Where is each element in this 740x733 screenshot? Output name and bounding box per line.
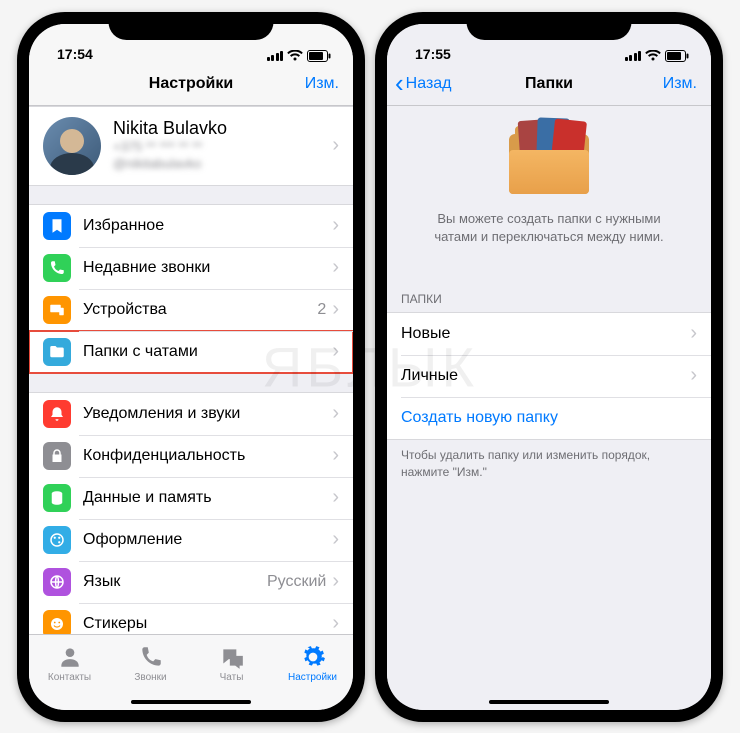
folder-illustration [509, 134, 589, 194]
row-recent-calls[interactable]: Недавние звонки › [29, 247, 353, 289]
chevron-right-icon: › [332, 612, 339, 634]
hero-text: Вы можете создать папки с нужными чатами… [417, 210, 681, 246]
folders-hero: Вы можете создать папки с нужными чатами… [387, 106, 711, 266]
nav-bar: Настройки Изм. [29, 64, 353, 106]
folders-list: Новые › Личные › Создать новую папку [387, 312, 711, 440]
back-button[interactable]: ‹ Назад [395, 73, 452, 96]
profile-username: @nikitabulavko [113, 156, 332, 173]
row-devices[interactable]: Устройства 2 › [29, 289, 353, 331]
home-indicator[interactable] [131, 700, 251, 704]
globe-icon [43, 568, 71, 596]
bookmark-icon [43, 212, 71, 240]
row-stickers[interactable]: Стикеры › [29, 603, 353, 634]
lock-icon [43, 442, 71, 470]
data-icon [43, 484, 71, 512]
tab-calls[interactable]: Звонки [110, 635, 191, 692]
chevron-right-icon: › [690, 364, 697, 387]
back-label: Назад [406, 75, 452, 93]
row-label: Язык [83, 573, 267, 591]
cellular-icon [267, 51, 284, 61]
bell-icon [43, 400, 71, 428]
wifi-icon [287, 50, 303, 62]
settings-group-1: Избранное › Недавние звонки › Устройства… [29, 204, 353, 374]
row-label: Оформление [83, 531, 332, 549]
row-label: Создать новую папку [401, 409, 697, 427]
folder-icon [43, 338, 71, 366]
status-time: 17:55 [415, 46, 451, 62]
chevron-right-icon: › [332, 402, 339, 425]
row-value: 2 [317, 301, 326, 319]
tab-contacts[interactable]: Контакты [29, 635, 110, 692]
appearance-icon [43, 526, 71, 554]
folders-content[interactable]: Вы можете создать папки с нужными чатами… [387, 106, 711, 710]
profile-phone: +375 ** *** ** ** [113, 139, 332, 156]
row-label: Данные и память [83, 489, 332, 507]
row-label: Папки с чатами [83, 343, 332, 361]
tab-label: Звонки [134, 672, 166, 683]
row-label: Стикеры [83, 615, 332, 633]
footer-text: Чтобы удалить папку или изменить порядок… [387, 440, 711, 488]
avatar [43, 117, 101, 175]
notch [109, 12, 274, 40]
chevron-right-icon: › [690, 322, 697, 345]
notch [467, 12, 632, 40]
status-time: 17:54 [57, 46, 93, 62]
row-label: Личные [401, 367, 690, 385]
phone-right: 17:55 ‹ Назад Папки Изм. [375, 12, 723, 722]
row-label: Конфиденциальность [83, 447, 332, 465]
tab-label: Чаты [220, 672, 244, 683]
row-privacy[interactable]: Конфиденциальность › [29, 435, 353, 477]
chevron-right-icon: › [332, 486, 339, 509]
profile-row[interactable]: Nikita Bulavko +375 ** *** ** ** @nikita… [29, 107, 353, 185]
chevron-right-icon: › [332, 214, 339, 237]
folder-row-personal[interactable]: Личные › [387, 355, 711, 397]
row-label: Недавние звонки [83, 259, 332, 277]
edit-button[interactable]: Изм. [663, 75, 697, 93]
nav-bar: ‹ Назад Папки Изм. [387, 64, 711, 106]
row-value: Русский [267, 573, 326, 591]
battery-icon [665, 50, 689, 62]
chevron-right-icon: › [332, 256, 339, 279]
row-notifications[interactable]: Уведомления и звуки › [29, 393, 353, 435]
tab-bar: Контакты Звонки Чаты Настройки [29, 634, 353, 710]
wifi-icon [645, 50, 661, 62]
row-saved[interactable]: Избранное › [29, 205, 353, 247]
tab-label: Контакты [48, 672, 91, 683]
row-data[interactable]: Данные и память › [29, 477, 353, 519]
row-chat-folders[interactable]: Папки с чатами › [29, 331, 353, 373]
chevron-right-icon: › [332, 570, 339, 593]
tab-chats[interactable]: Чаты [191, 635, 272, 692]
sticker-icon [43, 610, 71, 634]
chevron-right-icon: › [332, 528, 339, 551]
row-appearance[interactable]: Оформление › [29, 519, 353, 561]
phone-icon [43, 254, 71, 282]
page-title: Папки [525, 75, 573, 93]
chevron-right-icon: › [332, 444, 339, 467]
row-label: Устройства [83, 301, 317, 319]
folder-row-new[interactable]: Новые › [387, 313, 711, 355]
chevron-right-icon: › [332, 340, 339, 363]
row-label: Новые [401, 325, 690, 343]
home-indicator[interactable] [489, 700, 609, 704]
cellular-icon [625, 51, 642, 61]
chevron-right-icon: › [332, 298, 339, 321]
phone-left: 17:54 Настройки Изм. Nikita Bulavko +375… [17, 12, 365, 722]
devices-icon [43, 296, 71, 324]
chevron-left-icon: ‹ [395, 70, 404, 96]
page-title: Настройки [149, 75, 233, 93]
profile-name: Nikita Bulavko [113, 118, 332, 139]
tab-settings[interactable]: Настройки [272, 635, 353, 692]
section-header: ПАПКИ [387, 286, 711, 312]
settings-group-2: Уведомления и звуки › Конфиденциальность… [29, 392, 353, 634]
battery-icon [307, 50, 331, 62]
row-label: Избранное [83, 217, 332, 235]
edit-button[interactable]: Изм. [305, 75, 339, 93]
row-label: Уведомления и звуки [83, 405, 332, 423]
tab-label: Настройки [288, 672, 337, 683]
row-language[interactable]: Язык Русский › [29, 561, 353, 603]
chevron-right-icon: › [332, 134, 339, 157]
settings-list[interactable]: Nikita Bulavko +375 ** *** ** ** @nikita… [29, 106, 353, 634]
create-folder-button[interactable]: Создать новую папку [387, 397, 711, 439]
